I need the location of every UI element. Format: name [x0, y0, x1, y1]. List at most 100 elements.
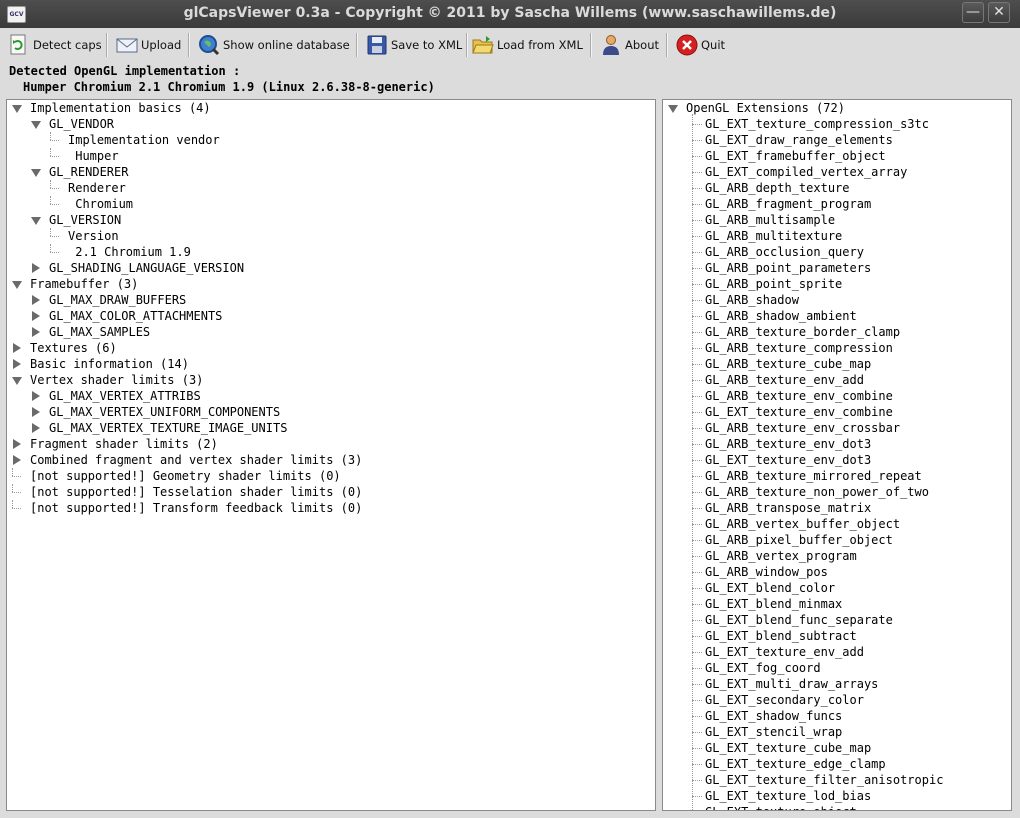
extension-item[interactable]: GL_EXT_texture_env_combine — [705, 404, 893, 420]
collapse-arrow-icon[interactable] — [32, 263, 40, 273]
tree-node-label[interactable]: 2.1 Chromium 1.9 — [68, 244, 191, 260]
extension-item[interactable]: GL_ARB_texture_env_crossbar — [705, 420, 900, 436]
extension-item[interactable]: GL_ARB_shadow_ambient — [705, 308, 857, 324]
extension-item[interactable]: GL_ARB_point_sprite — [705, 276, 842, 292]
extension-item[interactable]: GL_EXT_texture_env_dot3 — [705, 452, 871, 468]
extension-item[interactable]: GL_ARB_occlusion_query — [705, 244, 864, 260]
extensions-tree-panel[interactable]: OpenGL Extensions (72) GL_EXT_texture_com… — [662, 99, 1012, 811]
extension-item[interactable]: GL_ARB_texture_border_clamp — [705, 324, 900, 340]
extension-item[interactable]: GL_EXT_texture_object — [705, 804, 857, 810]
capabilities-tree-panel[interactable]: Implementation basics (4) GL_VENDOR Implem… — [6, 99, 656, 811]
collapse-arrow-icon[interactable] — [32, 295, 40, 305]
extension-item[interactable]: GL_EXT_stencil_wrap — [705, 724, 842, 740]
collapse-arrow-icon[interactable] — [32, 311, 40, 321]
extension-item[interactable]: GL_ARB_pixel_buffer_object — [705, 532, 893, 548]
tree-node-label[interactable]: GL_VENDOR — [49, 116, 114, 132]
tree-node-label[interactable]: Implementation vendor — [68, 132, 220, 148]
tree-node-label[interactable]: Vertex shader limits (3) — [30, 372, 203, 388]
load-from-xml-button[interactable]: Load from XML — [472, 32, 583, 58]
collapse-arrow-icon[interactable] — [13, 455, 21, 465]
show-online-database-button[interactable]: Show online database — [198, 32, 350, 58]
window-titlebar[interactable]: GCV glCapsViewer 0.3a - Copyright © 2011… — [0, 0, 1020, 28]
expand-arrow-icon[interactable] — [31, 217, 41, 225]
extension-item[interactable]: GL_ARB_window_pos — [705, 564, 828, 580]
extension-item[interactable]: GL_ARB_depth_texture — [705, 180, 850, 196]
extension-item[interactable]: GL_ARB_texture_env_add — [705, 372, 864, 388]
extension-item[interactable]: GL_ARB_transpose_matrix — [705, 500, 871, 516]
tree-node-label[interactable]: Basic information (14) — [30, 356, 189, 372]
collapse-arrow-icon[interactable] — [32, 327, 40, 337]
detect-caps-button[interactable]: Detect caps — [8, 32, 102, 58]
tree-node-label[interactable]: Renderer — [68, 180, 126, 196]
extension-item[interactable]: GL_EXT_texture_lod_bias — [705, 788, 871, 804]
extension-item[interactable]: GL_EXT_texture_filter_anisotropic — [705, 772, 943, 788]
expand-arrow-icon[interactable] — [668, 105, 678, 113]
extension-item[interactable]: GL_EXT_blend_color — [705, 580, 835, 596]
extension-item[interactable]: GL_EXT_fog_coord — [705, 660, 821, 676]
quit-button[interactable]: Quit — [676, 32, 725, 58]
extension-item[interactable]: GL_EXT_multi_draw_arrays — [705, 676, 878, 692]
tree-node-label[interactable]: GL_RENDERER — [49, 164, 128, 180]
extension-item[interactable]: GL_ARB_multisample — [705, 212, 835, 228]
tree-node-label[interactable]: [not supported!] Transform feedback limi… — [30, 500, 362, 516]
tree-node-label[interactable]: Implementation basics (4) — [30, 100, 211, 116]
tree-node-label[interactable]: Textures (6) — [30, 340, 117, 356]
expand-arrow-icon[interactable] — [31, 169, 41, 177]
extension-item[interactable]: GL_EXT_secondary_color — [705, 692, 864, 708]
extension-item[interactable]: GL_EXT_texture_compression_s3tc — [705, 116, 929, 132]
extension-item[interactable]: GL_ARB_vertex_program — [705, 548, 857, 564]
extension-item[interactable]: GL_ARB_texture_cube_map — [705, 356, 871, 372]
about-button[interactable]: About — [600, 32, 659, 58]
collapse-arrow-icon[interactable] — [32, 391, 40, 401]
extension-item[interactable]: GL_ARB_vertex_buffer_object — [705, 516, 900, 532]
extension-item[interactable]: GL_ARB_texture_compression — [705, 340, 893, 356]
tree-node-label[interactable]: GL_MAX_COLOR_ATTACHMENTS — [49, 308, 222, 324]
extension-item[interactable]: GL_ARB_shadow — [705, 292, 799, 308]
extension-item[interactable]: GL_EXT_texture_env_add — [705, 644, 864, 660]
tree-node-label[interactable]: GL_MAX_VERTEX_TEXTURE_IMAGE_UNITS — [49, 420, 287, 436]
close-window-button[interactable]: ✕ — [988, 2, 1010, 23]
extension-item[interactable]: GL_ARB_texture_env_dot3 — [705, 436, 871, 452]
extension-item[interactable]: GL_EXT_texture_edge_clamp — [705, 756, 886, 772]
extension-item[interactable]: GL_EXT_texture_cube_map — [705, 740, 871, 756]
tree-node-label[interactable]: GL_MAX_VERTEX_UNIFORM_COMPONENTS — [49, 404, 280, 420]
tree-node-label[interactable]: Humper — [68, 148, 118, 164]
tree-node-label[interactable]: Version — [68, 228, 119, 244]
expand-arrow-icon[interactable] — [12, 105, 22, 113]
extension-item[interactable]: GL_EXT_shadow_funcs — [705, 708, 842, 724]
tree-node-label[interactable]: [not supported!] Geometry shader limits … — [30, 468, 341, 484]
tree-node-label[interactable]: [not supported!] Tesselation shader limi… — [30, 484, 362, 500]
collapse-arrow-icon[interactable] — [13, 343, 21, 353]
tree-node-label[interactable]: GL_VERSION — [49, 212, 121, 228]
extension-item[interactable]: GL_ARB_texture_non_power_of_two — [705, 484, 929, 500]
save-to-xml-button[interactable]: Save to XML — [366, 32, 462, 58]
extension-item[interactable]: GL_EXT_framebuffer_object — [705, 148, 886, 164]
collapse-arrow-icon[interactable] — [32, 423, 40, 433]
collapse-arrow-icon[interactable] — [13, 359, 21, 369]
extension-item[interactable]: GL_ARB_texture_env_combine — [705, 388, 893, 404]
extension-item[interactable]: GL_ARB_point_parameters — [705, 260, 871, 276]
tree-node-label[interactable]: GL_MAX_SAMPLES — [49, 324, 150, 340]
tree-node-label[interactable]: GL_SHADING_LANGUAGE_VERSION — [49, 260, 244, 276]
extension-item[interactable]: GL_EXT_compiled_vertex_array — [705, 164, 907, 180]
extension-item[interactable]: GL_ARB_texture_mirrored_repeat — [705, 468, 922, 484]
extension-item[interactable]: GL_ARB_fragment_program — [705, 196, 871, 212]
extension-item[interactable]: GL_EXT_blend_subtract — [705, 628, 857, 644]
extension-item[interactable]: GL_EXT_blend_minmax — [705, 596, 842, 612]
expand-arrow-icon[interactable] — [31, 121, 41, 129]
tree-node-label[interactable]: Fragment shader limits (2) — [30, 436, 218, 452]
extensions-root-label[interactable]: OpenGL Extensions (72) — [686, 100, 845, 116]
upload-button[interactable]: Upload — [116, 32, 181, 58]
extension-item[interactable]: GL_EXT_blend_func_separate — [705, 612, 893, 628]
tree-node-label[interactable]: Framebuffer (3) — [30, 276, 138, 292]
extension-item[interactable]: GL_ARB_multitexture — [705, 228, 842, 244]
collapse-arrow-icon[interactable] — [13, 439, 21, 449]
tree-node-label[interactable]: GL_MAX_DRAW_BUFFERS — [49, 292, 186, 308]
tree-node-label[interactable]: GL_MAX_VERTEX_ATTRIBS — [49, 388, 201, 404]
minimize-button[interactable]: — — [962, 2, 984, 23]
collapse-arrow-icon[interactable] — [32, 407, 40, 417]
expand-arrow-icon[interactable] — [12, 281, 22, 289]
tree-node-label[interactable]: Chromium — [68, 196, 133, 212]
expand-arrow-icon[interactable] — [12, 377, 22, 385]
extension-item[interactable]: GL_EXT_draw_range_elements — [705, 132, 893, 148]
